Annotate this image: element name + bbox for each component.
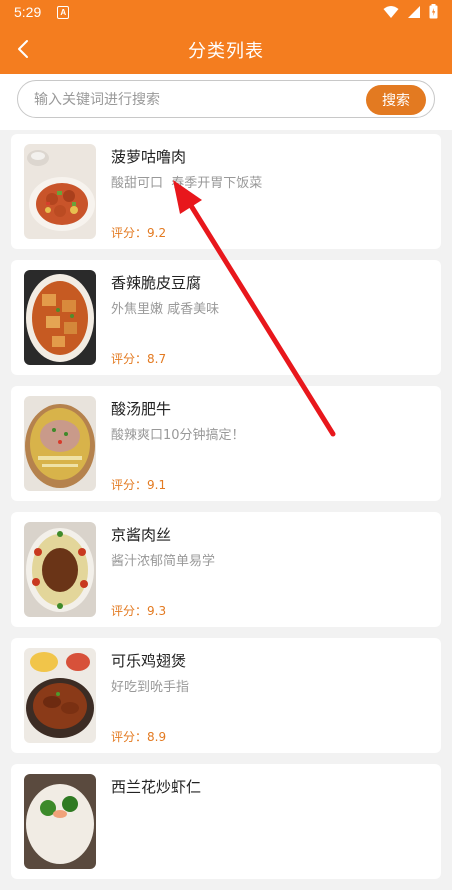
recipe-card[interactable]: 香辣脆皮豆腐 外焦里嫩 咸香美味 评分：8.7 [11, 260, 441, 375]
recipe-thumbnail [24, 396, 96, 491]
notification-a-icon: A [57, 5, 70, 19]
signal-icon [408, 5, 420, 18]
recipe-card[interactable]: 可乐鸡翅煲 好吃到吮手指 评分：8.9 [11, 638, 441, 753]
recipe-card[interactable]: 酸汤肥牛 酸辣爽口10分钟搞定！ 评分：9.1 [11, 386, 441, 501]
recipe-desc: 酱汁浓郁简单易学 [111, 554, 216, 569]
recipe-thumbnail [24, 522, 96, 617]
status-icons [383, 4, 438, 19]
recipe-desc: 酸甜可口 春季开胃下饭菜 [111, 176, 263, 191]
recipe-desc: 好吃到吮手指 [111, 680, 190, 695]
recipe-name: 酸汤肥牛 [111, 400, 172, 418]
wifi-icon [383, 5, 399, 18]
recipe-list: 菠萝咕噜肉 酸甜可口 春季开胃下饭菜 评分：9.2 香辣脆皮豆腐 外焦里嫩 咸香… [11, 134, 441, 890]
recipe-thumbnail [24, 774, 96, 869]
recipe-thumbnail [24, 648, 96, 743]
status-bar: 5:29 A [0, 0, 452, 24]
page-title: 分类列表 [188, 41, 264, 62]
recipe-name: 可乐鸡翅煲 [111, 652, 187, 670]
recipe-name: 京酱肉丝 [111, 526, 172, 544]
status-time: 5:29 [14, 4, 42, 20]
app-bar: 分类列表 [0, 24, 452, 74]
search-box: 搜索 [17, 80, 435, 118]
recipe-desc: 酸辣爽口10分钟搞定！ [111, 428, 245, 443]
recipe-desc: 外焦里嫩 咸香美味 [111, 302, 220, 317]
recipe-thumbnail [24, 270, 96, 365]
recipe-rating: 评分：8.9 [111, 730, 167, 744]
battery-icon [429, 4, 438, 19]
recipe-thumbnail [24, 144, 96, 239]
search-button[interactable]: 搜索 [366, 85, 426, 115]
search-area: 搜索 [0, 74, 452, 130]
recipe-card[interactable]: 菠萝咕噜肉 酸甜可口 春季开胃下饭菜 评分：9.2 [11, 134, 441, 249]
search-input[interactable] [32, 89, 356, 111]
recipe-name: 西兰花炒虾仁 [111, 778, 202, 796]
recipe-name: 香辣脆皮豆腐 [111, 274, 202, 292]
recipe-rating: 评分：8.7 [111, 352, 167, 366]
recipe-name: 菠萝咕噜肉 [111, 148, 187, 166]
recipe-card[interactable]: 京酱肉丝 酱汁浓郁简单易学 评分：9.3 [11, 512, 441, 627]
recipe-rating: 评分：9.2 [111, 226, 167, 240]
recipe-card[interactable]: 西兰花炒虾仁 [11, 764, 441, 879]
recipe-rating: 评分：9.1 [111, 478, 167, 492]
recipe-rating: 评分：9.3 [111, 604, 167, 618]
